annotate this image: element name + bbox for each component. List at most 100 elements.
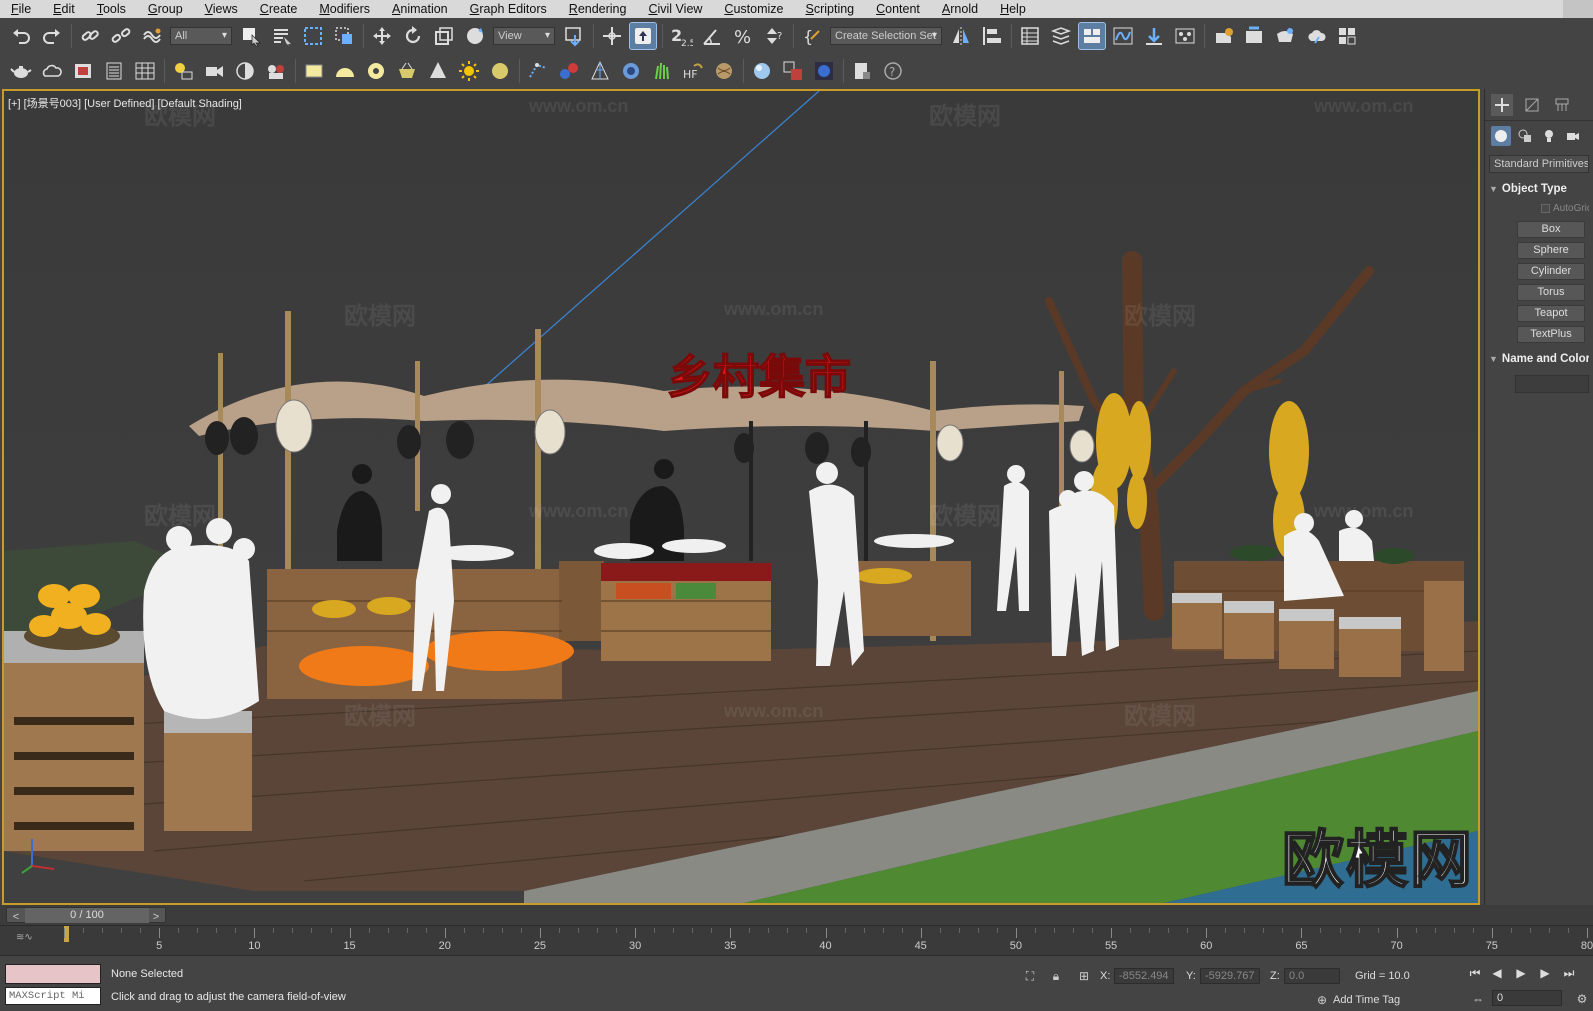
menu-edit[interactable]: Edit — [42, 0, 86, 18]
cone-icon[interactable] — [425, 58, 451, 84]
select-manipulate-icon[interactable] — [599, 23, 625, 49]
place-icon[interactable] — [462, 23, 488, 49]
render-shortcuts-icon[interactable] — [1334, 23, 1360, 49]
grid-panel-icon[interactable] — [132, 58, 158, 84]
sphere-button[interactable]: Sphere — [1517, 242, 1585, 259]
dome-icon[interactable] — [332, 58, 358, 84]
time-slider-track[interactable]: < 0 / 100 > — [6, 907, 166, 923]
light-lister-icon[interactable] — [170, 58, 196, 84]
cloud-icon[interactable] — [39, 58, 65, 84]
absolute-mode-icon[interactable]: ⊞ — [1076, 968, 1092, 984]
align-icon[interactable] — [979, 23, 1005, 49]
teapot-icon[interactable] — [8, 58, 34, 84]
teapot-button[interactable]: Teapot — [1517, 305, 1585, 322]
lock-selection-icon[interactable]: 🔒︎ — [1048, 968, 1064, 984]
hierarchy-tab-icon[interactable] — [1551, 94, 1573, 116]
edit-named-selection-icon[interactable]: { — [799, 23, 825, 49]
molecule-icon[interactable] — [556, 58, 582, 84]
mirror-icon[interactable] — [948, 23, 974, 49]
time-tag-icon[interactable]: ⊕ — [1314, 992, 1330, 1008]
isolate-selection-icon[interactable]: ⛶ — [1022, 968, 1038, 984]
unlink-icon[interactable] — [108, 23, 134, 49]
previous-frame-icon[interactable]: ◀︎ — [1488, 964, 1506, 982]
key-mode-icon[interactable]: ⇔ — [1470, 991, 1486, 1007]
select-object-icon[interactable] — [238, 23, 264, 49]
add-time-tag[interactable]: Add Time Tag — [1333, 994, 1400, 1006]
textplus-button[interactable]: TextPlus — [1517, 326, 1585, 343]
x-coordinate-field[interactable]: -8552.494 — [1114, 968, 1174, 984]
hair-fur-icon[interactable]: HF — [680, 58, 706, 84]
hair-icon[interactable] — [587, 58, 613, 84]
help-icon[interactable]: ? — [880, 58, 906, 84]
sphere-icon[interactable] — [487, 58, 513, 84]
modify-tab-icon[interactable] — [1521, 94, 1543, 116]
menu-group[interactable]: Group — [137, 0, 194, 18]
menu-civil-view[interactable]: Civil View — [637, 0, 713, 18]
ref-coord-dropdown[interactable]: View — [493, 27, 555, 45]
selection-filter-dropdown[interactable]: All — [170, 27, 232, 45]
redo-icon[interactable] — [39, 23, 65, 49]
basket-icon[interactable] — [394, 58, 420, 84]
spinner-snap-icon[interactable]: ? — [761, 23, 787, 49]
angle-snap-icon[interactable] — [699, 23, 725, 49]
gear-sphere-icon[interactable] — [618, 58, 644, 84]
film-icon[interactable] — [263, 58, 289, 84]
layer-explorer-icon[interactable] — [1048, 23, 1074, 49]
object-name-field[interactable] — [1515, 375, 1589, 393]
mini-curve-editor-icon[interactable]: ≋∿ — [16, 932, 46, 946]
menu-graph-editors[interactable]: Graph Editors — [459, 0, 558, 18]
render-in-cloud-icon[interactable] — [1303, 23, 1329, 49]
menu-rendering[interactable]: Rendering — [558, 0, 638, 18]
rectangular-selection-icon[interactable] — [300, 23, 326, 49]
cylinder-button[interactable]: Cylinder — [1517, 263, 1585, 280]
go-to-end-icon[interactable]: ⏭ — [1560, 964, 1578, 982]
time-config-icon[interactable]: ⚙ — [1574, 991, 1590, 1007]
map-browser-icon[interactable] — [780, 58, 806, 84]
render-frame-icon[interactable] — [70, 58, 96, 84]
grass-icon[interactable] — [649, 58, 675, 84]
menu-content[interactable]: Content — [865, 0, 931, 18]
pivot-center-icon[interactable] — [561, 23, 587, 49]
next-frame-button[interactable]: > — [149, 910, 163, 924]
render-view-icon[interactable] — [811, 58, 837, 84]
maxscript-listener-output[interactable] — [5, 964, 101, 984]
lights-icon[interactable] — [1539, 126, 1559, 146]
create-tab-icon[interactable] — [1491, 93, 1513, 116]
keyboard-shortcut-override-icon[interactable] — [629, 22, 657, 50]
track-bar[interactable]: ≋∿ 5 10 15 20 25 30 35 40 45 50 55 60 65 70 75 80 — [0, 925, 1593, 955]
move-icon[interactable] — [369, 23, 395, 49]
undo-icon[interactable] — [8, 23, 34, 49]
maxscript-mini-listener[interactable]: MAXScript Mi — [5, 987, 101, 1005]
menu-views[interactable]: Views — [194, 0, 249, 18]
list-panel-icon[interactable] — [101, 58, 127, 84]
name-color-rollout[interactable]: ▼ Name and Color — [1489, 349, 1589, 369]
y-coordinate-field[interactable]: -5929.767 — [1200, 968, 1260, 984]
z-coordinate-field[interactable]: 0.0 — [1284, 968, 1340, 984]
viewport-label[interactable]: [+] [场景号003] [User Defined] [Default Sha… — [8, 95, 242, 111]
disc-icon[interactable] — [363, 58, 389, 84]
autogrid-checkbox[interactable]: AutoGrid — [1541, 201, 1589, 217]
schematic-view-icon[interactable] — [1141, 23, 1167, 49]
next-frame-icon[interactable]: ▶︎ — [1536, 964, 1554, 982]
geometry-icon[interactable] — [1491, 126, 1511, 146]
select-by-name-icon[interactable] — [269, 23, 295, 49]
asset-tracking-icon[interactable] — [849, 58, 875, 84]
menu-animation[interactable]: Animation — [381, 0, 459, 18]
menu-arnold[interactable]: Arnold — [931, 0, 989, 18]
camera-icon[interactable] — [201, 58, 227, 84]
menu-help[interactable]: Help — [989, 0, 1037, 18]
window-control[interactable] — [1563, 0, 1593, 18]
go-to-start-icon[interactable]: ⏮ — [1466, 964, 1484, 982]
menu-scripting[interactable]: Scripting — [794, 0, 865, 18]
menu-file[interactable]: File — [0, 0, 42, 18]
curve-editor-icon[interactable] — [1110, 23, 1136, 49]
menu-customize[interactable]: Customize — [713, 0, 794, 18]
material-editor-icon[interactable] — [1172, 23, 1198, 49]
scale-icon[interactable] — [431, 23, 457, 49]
object-type-rollout[interactable]: ▼ Object Type — [1489, 179, 1589, 199]
frame-ruler[interactable]: 5 10 15 20 25 30 35 40 45 50 55 60 65 70 75 80 — [64, 926, 1593, 956]
material-sphere-icon[interactable] — [749, 58, 775, 84]
half-sphere-icon[interactable] — [232, 58, 258, 84]
link-icon[interactable] — [77, 23, 103, 49]
sun-icon[interactable] — [456, 58, 482, 84]
